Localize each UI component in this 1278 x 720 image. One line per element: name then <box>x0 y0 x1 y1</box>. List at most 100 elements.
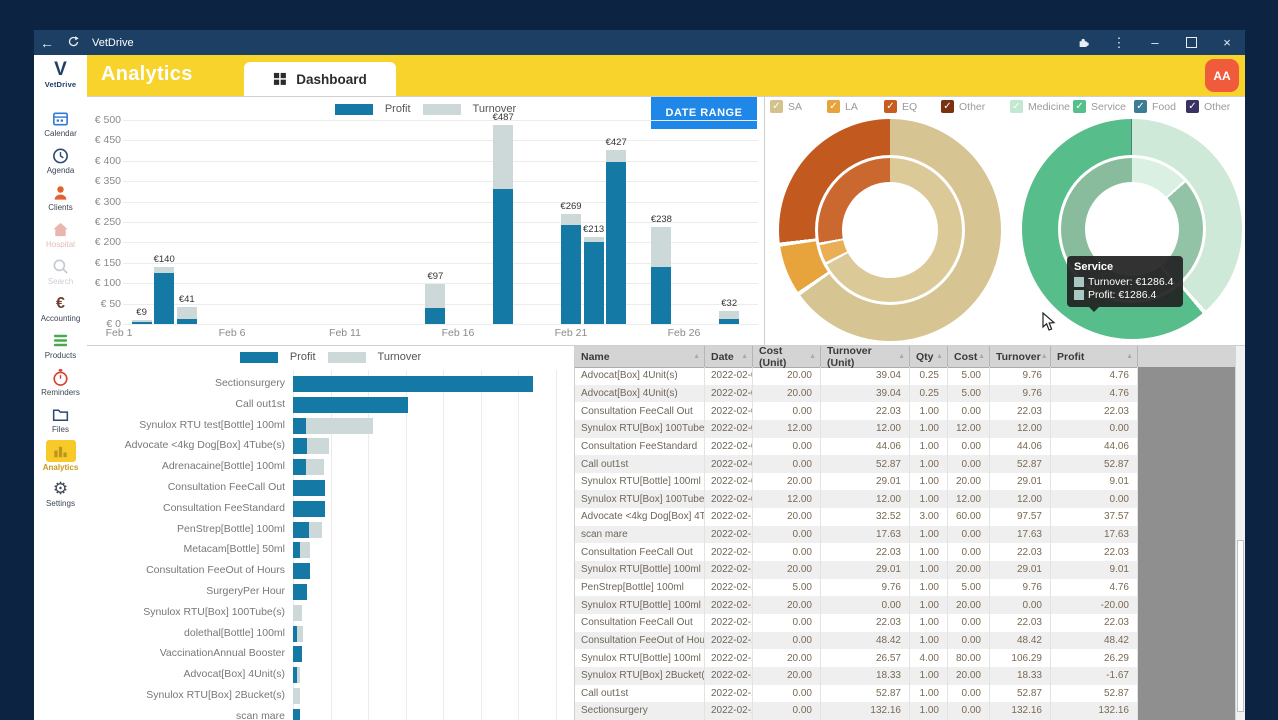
profit-bar[interactable] <box>293 397 408 413</box>
sidebar-item-reminders[interactable]: Reminders <box>34 364 87 400</box>
profit-bar[interactable] <box>293 626 297 642</box>
sidebar-item-settings[interactable]: ⚙Settings <box>34 475 87 511</box>
profit-bar[interactable] <box>293 709 300 720</box>
table-row[interactable]: Call out1st2022-02-030.0052.871.000.0052… <box>575 455 1235 473</box>
sidebar-item-analytics[interactable]: Analytics <box>34 438 87 474</box>
close-button[interactable]: × <box>1209 30 1245 55</box>
sidebar-item-files[interactable]: Files <box>34 401 87 437</box>
filter-checkbox-eq[interactable]: ✓EQ <box>884 100 917 113</box>
sidebar-item-accounting[interactable]: €Accounting <box>34 290 87 326</box>
minimize-button[interactable]: – <box>1137 30 1173 55</box>
profit-bar[interactable] <box>606 162 626 324</box>
refresh-icon[interactable] <box>60 35 86 51</box>
filter-checkbox-other[interactable]: ✓Other <box>1186 100 1230 113</box>
species-donut-chart[interactable] <box>779 119 1001 341</box>
table-row[interactable]: Consultation FeeCall Out2022-02-180.0022… <box>575 543 1235 561</box>
checkbox-icon[interactable]: ✓ <box>1186 100 1199 113</box>
column-header-date[interactable]: Date▲ <box>705 346 753 367</box>
column-header-turnover-unit-[interactable]: Turnover (Unit)▲ <box>821 346 910 367</box>
filter-checkbox-food[interactable]: ✓Food <box>1134 100 1176 113</box>
filter-checkbox-medicine[interactable]: ✓Medicine <box>1010 100 1070 113</box>
filter-checkbox-sa[interactable]: ✓SA <box>770 100 802 113</box>
sidebar-item-clients[interactable]: Clients <box>34 179 87 215</box>
table-row[interactable]: PenStrep[Bottle] 100ml2022-02-185.009.76… <box>575 579 1235 597</box>
table-row[interactable]: Consultation FeeCall Out2022-02-030.0022… <box>575 402 1235 420</box>
sort-icon[interactable]: ▲ <box>1041 353 1048 360</box>
column-header-qty[interactable]: Qty▲ <box>910 346 948 367</box>
turnover-bar[interactable] <box>293 688 300 704</box>
sidebar-item-agenda[interactable]: Agenda <box>34 142 87 178</box>
table-scrollbar[interactable] <box>1235 346 1245 720</box>
column-header-cost[interactable]: Cost▲ <box>948 346 990 367</box>
table-row[interactable]: Advocate <4kg Dog[Box] 4Tube(s)2022-02-1… <box>575 508 1235 526</box>
profit-bar[interactable] <box>293 438 307 454</box>
donut-inner-ring[interactable] <box>818 158 962 302</box>
profit-bar[interactable] <box>293 459 306 475</box>
filter-checkbox-other[interactable]: ✓Other <box>941 100 985 113</box>
table-row[interactable]: Call out1st2022-02-180.0052.871.000.0052… <box>575 685 1235 703</box>
sidebar-item-calendar[interactable]: Calendar <box>34 105 87 141</box>
menu-dots-icon[interactable]: ⋮ <box>1101 30 1137 55</box>
turnover-bar[interactable] <box>293 605 302 621</box>
column-header-cost-unit-[interactable]: Cost (Unit)▲ <box>753 346 821 367</box>
avatar[interactable]: AA <box>1205 59 1239 92</box>
sort-icon[interactable]: ▲ <box>978 353 985 360</box>
table-row[interactable]: Advocat[Box] 4Unit(s)2022-02-0320.0039.0… <box>575 385 1235 403</box>
filter-checkbox-service[interactable]: ✓Service <box>1073 100 1126 113</box>
checkbox-icon[interactable]: ✓ <box>1010 100 1023 113</box>
profit-bar[interactable] <box>584 242 604 324</box>
profit-bar[interactable] <box>132 322 152 324</box>
maximize-button[interactable] <box>1173 30 1209 55</box>
profit-bar[interactable] <box>293 480 325 496</box>
table-row[interactable]: Consultation FeeCall Out2022-02-180.0022… <box>575 614 1235 632</box>
table-row[interactable]: Consultation FeeStandard2022-02-030.0044… <box>575 438 1235 456</box>
sort-icon[interactable]: ▲ <box>741 353 748 360</box>
scrollbar-thumb[interactable] <box>1237 540 1244 712</box>
table-row[interactable]: Advocat[Box] 4Unit(s)2022-02-0220.0039.0… <box>575 367 1235 385</box>
table-row[interactable]: Synulox RTU[Box] 2Bucket(s)2022-02-1820.… <box>575 667 1235 685</box>
profit-bar[interactable] <box>293 563 310 579</box>
table-row[interactable]: Synulox RTU[Bottle] 100ml2022-02-1820.00… <box>575 561 1235 579</box>
checkbox-icon[interactable]: ✓ <box>1134 100 1147 113</box>
table-row[interactable]: Synulox RTU[Bottle] 100ml2022-02-0420.00… <box>575 473 1235 491</box>
checkbox-icon[interactable]: ✓ <box>941 100 954 113</box>
profit-bar[interactable] <box>719 319 739 324</box>
sort-icon[interactable]: ▲ <box>693 353 700 360</box>
profit-bar[interactable] <box>561 225 581 324</box>
sidebar-item-products[interactable]: Products <box>34 327 87 363</box>
profit-bar[interactable] <box>293 522 309 538</box>
checkbox-icon[interactable]: ✓ <box>1073 100 1086 113</box>
sort-icon[interactable]: ▲ <box>1126 353 1133 360</box>
profit-bar[interactable] <box>293 667 297 683</box>
profit-bar[interactable] <box>154 273 174 324</box>
profit-bar[interactable] <box>425 308 445 324</box>
table-row[interactable]: Sectionsurgery2022-02-180.00132.161.000.… <box>575 702 1235 720</box>
profit-bar[interactable] <box>177 319 197 324</box>
profit-bar[interactable] <box>293 501 325 517</box>
sort-icon[interactable]: ▲ <box>898 353 905 360</box>
table-row[interactable]: Consultation FeeOut of Hours2022-02-180.… <box>575 632 1235 650</box>
checkbox-icon[interactable]: ✓ <box>884 100 897 113</box>
profit-bar[interactable] <box>293 376 533 392</box>
profit-bar[interactable] <box>293 646 302 662</box>
table-row[interactable]: scan mare2022-02-180.0017.631.000.0017.6… <box>575 526 1235 544</box>
table-row[interactable]: Synulox RTU[Bottle] 100ml2022-02-1820.00… <box>575 596 1235 614</box>
profit-bar[interactable] <box>493 189 513 324</box>
profit-bar[interactable] <box>293 584 307 600</box>
column-header-profit[interactable]: Profit▲ <box>1051 346 1138 367</box>
tab-dashboard[interactable]: Dashboard <box>244 62 396 96</box>
filter-checkbox-la[interactable]: ✓LA <box>827 100 858 113</box>
sort-icon[interactable]: ▲ <box>936 353 943 360</box>
sort-icon[interactable]: ▲ <box>809 353 816 360</box>
extensions-icon[interactable] <box>1065 30 1101 55</box>
vetdrive-logo[interactable]: V VetDrive <box>34 55 87 89</box>
checkbox-icon[interactable]: ✓ <box>827 100 840 113</box>
table-row[interactable]: Synulox RTU[Bottle] 100ml2022-02-1820.00… <box>575 649 1235 667</box>
back-icon[interactable]: ← <box>34 35 60 51</box>
column-header-name[interactable]: Name▲ <box>575 346 705 367</box>
column-header-turnover[interactable]: Turnover▲ <box>990 346 1051 367</box>
profit-bar[interactable] <box>293 418 306 434</box>
profit-bar[interactable] <box>293 542 300 558</box>
profit-bar[interactable] <box>651 267 671 324</box>
sidebar-item-search[interactable]: Search <box>34 253 87 289</box>
